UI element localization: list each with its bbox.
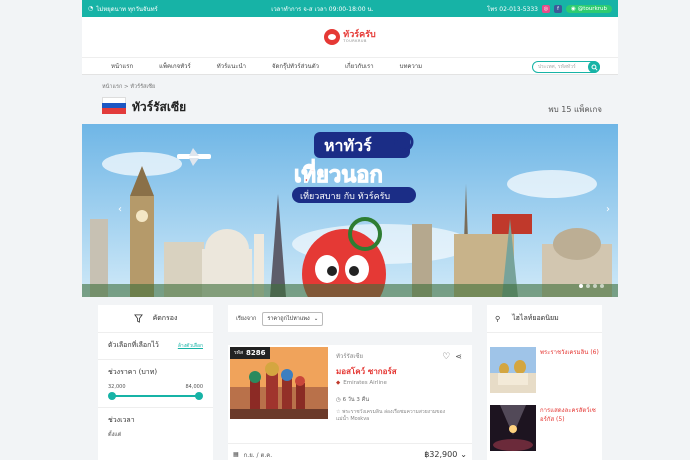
search-placeholder: ประเทศ, รหัสทัวร์ [538, 64, 576, 70]
site-header: ทัวร์ครับ TOURKRUB [82, 17, 618, 57]
nav-item-packages[interactable]: แพ็คเกจทัวร์ [146, 61, 204, 71]
slider-max-handle[interactable] [195, 392, 203, 400]
tour-code: 8286 [246, 349, 266, 357]
banner-dot[interactable] [600, 284, 604, 288]
bird-logo-icon [324, 29, 341, 45]
line-id: @tourkrub [577, 5, 607, 12]
sort-label: เรียงจาก [236, 315, 257, 322]
page: ◔ ไม่หยุดนาท ทุกวันจันทร์ เวลาทำการ จ-ส … [0, 0, 690, 460]
results-column: เรียงจาก ราคาถูกไปหาแพง ⌄ รหัส 8286 ทัวร… [228, 305, 472, 460]
page-title: ทัวร์รัสเซีย [132, 100, 187, 114]
banner-dot[interactable] [593, 284, 597, 288]
office-hours: เวลาทำการ จ-ส เวลา 09:00-18:00 น. [271, 5, 374, 13]
pin-icon: ⚲ [495, 314, 501, 323]
phone-number[interactable]: โทร 02-013-5333 [487, 4, 538, 14]
banner-pagination [579, 284, 604, 288]
period-from[interactable]: ตั้งแต่ [108, 431, 203, 439]
popular-title: ไฮไลท์ยอดนิยม [512, 314, 559, 322]
nav-item-articles[interactable]: บทความ [387, 61, 435, 71]
opening-days: ไม่หยุดนาท ทุกวันจันทร์ [96, 5, 158, 13]
airline-name: Emirates Airline [343, 380, 387, 386]
banner-illustration: หาทัวร์ เที่ยวนอก เที่ยวสบาย กับ ทัวร์คร… [82, 124, 618, 297]
airline-logo-icon: ◆ [336, 380, 341, 386]
popular-item-thumbnail [490, 405, 536, 451]
russia-flag-icon [102, 97, 126, 114]
duration-text: 6 วัน 3 คืน [342, 397, 370, 403]
tour-thumbnail[interactable]: รหัส 8286 [230, 347, 328, 419]
price-range-slider[interactable] [108, 392, 203, 400]
facebook-icon[interactable]: f [553, 4, 562, 13]
selected-options-label: ตัวเลือกที่เลือกไว้ [108, 341, 159, 349]
sort-bar: เรียงจาก ราคาถูกไปหาแพง ⌄ [228, 305, 472, 332]
top-info-bar: ◔ ไม่หยุดนาท ทุกวันจันทร์ เวลาทำการ จ-ส … [82, 0, 618, 17]
search-input[interactable]: ประเทศ, รหัสทัวร์ [532, 61, 600, 73]
tour-category: ทัวร์รัสเซีย [336, 353, 364, 360]
banner-dot[interactable] [579, 284, 583, 288]
popular-item-label: การแสดงละครสัตว์เซอร์กัส [540, 407, 596, 423]
hero-banner[interactable]: หาทัวร์ เที่ยวนอก เที่ยวสบาย กับ ทัวร์คร… [82, 124, 618, 297]
page-title-bar: หน้าแรก > ทัวร์รัสเซีย ทัวร์รัสเซีย พบ 1… [82, 75, 618, 123]
clock-icon: ◷ [336, 397, 341, 403]
tour-highlight: ☆ พระราชวังเครมลิน ล่องเรือชมความสวยงามข… [336, 409, 456, 423]
nav-item-recommended[interactable]: ทัวร์แนะนำ [204, 61, 259, 71]
highlight-text: พระราชวังเครมลิน ล่องเรือชมความสวยงามของ… [336, 409, 446, 422]
banner-prev-arrow[interactable]: ‹ [118, 204, 122, 215]
main-nav: หน้าแรก แพ็คเกจทัวร์ ทัวร์แนะนำ จัดกรุ๊ป… [82, 57, 618, 75]
slider-min-handle[interactable] [108, 392, 116, 400]
popular-item-count: (5) [556, 415, 565, 423]
nav-item-private-group[interactable]: จัดกรุ๊ปทัวร์ส่วนตัว [259, 61, 332, 71]
tour-price[interactable]: ฿32,900 ⌄ [424, 450, 467, 459]
chevron-down-icon: ⌄ [460, 450, 467, 459]
calendar-icon: ▦ [233, 451, 239, 458]
code-prefix: รหัส [234, 350, 244, 356]
tour-code-badge: รหัส 8286 [230, 347, 270, 359]
logo-subtext: TOURKRUB [343, 38, 367, 43]
breadcrumb[interactable]: หน้าแรก > ทัวร์รัสเซีย [102, 83, 155, 91]
nav-item-about[interactable]: เกี่ยวกับเรา [332, 61, 387, 71]
clock-icon: ◔ [88, 5, 94, 12]
popular-highlights-panel: ⚲ ไฮไลท์ยอดนิยม พระราชวังเครมลิน (6) การ… [487, 305, 602, 460]
popular-item[interactable]: การแสดงละครสัตว์เซอร์กัส (5) [490, 405, 602, 451]
sort-select[interactable]: ราคาถูกไปหาแพง ⌄ [262, 311, 324, 326]
tour-airline: ◆ Emirates Airline [336, 380, 387, 386]
funnel-icon [133, 314, 143, 323]
period-label: ช่วงเวลา [108, 416, 135, 424]
sort-selected: ราคาถูกไปหาแพง [267, 315, 310, 322]
price-value: ฿32,900 [424, 450, 458, 459]
popular-item-thumbnail [490, 347, 536, 393]
clear-options-link[interactable]: ล้างตัวเลือก [178, 342, 203, 350]
popular-item-count: (6) [590, 349, 599, 356]
filter-title: คัดกรอง [152, 314, 178, 322]
tour-name[interactable]: มอสโคว์ ซากอร์ส [336, 365, 397, 378]
search-button[interactable] [588, 61, 600, 73]
search-icon [590, 63, 598, 71]
nav-item-home[interactable]: หน้าแรก [98, 61, 146, 71]
line-button[interactable]: ◉ @tourkrub [565, 4, 612, 13]
banner-headline-small: หาทัวร์ [324, 136, 372, 155]
popular-item[interactable]: พระราชวังเครมลิน (6) [490, 347, 602, 393]
heart-icon[interactable]: ♡ [442, 352, 450, 362]
chevron-down-icon: ⌄ [313, 315, 319, 322]
tour-card[interactable]: รหัส 8286 ทัวร์รัสเซีย มอสโคว์ ซากอร์ส ◆… [228, 345, 472, 460]
line-icon: ◉ [570, 5, 576, 12]
result-count: พบ 15 แพ็คเกจ [548, 105, 602, 114]
instagram-icon[interactable]: ◎ [541, 4, 550, 13]
price-min: 32,000 [108, 384, 126, 390]
site-logo[interactable]: ทัวร์ครับ TOURKRUB [324, 29, 376, 45]
share-icon[interactable]: ⋖ [455, 352, 462, 362]
banner-headline: เที่ยวนอก [294, 158, 383, 188]
filter-panel: คัดกรอง ตัวเลือกที่เลือกไว้ ล้างตัวเลือก… [98, 305, 213, 460]
tour-duration: ◷ 6 วัน 3 คืน [336, 396, 369, 404]
tour-dates: ก.ย. / ต.ค. [243, 451, 273, 459]
price-max: 84,000 [185, 384, 204, 390]
tour-card-footer: ▦ ก.ย. / ต.ค. ฿32,900 ⌄ [228, 443, 472, 460]
banner-dot[interactable] [586, 284, 590, 288]
card-actions: ♡ ⋖ [442, 352, 462, 362]
price-range-label: ช่วงราคา (บาท) [108, 368, 158, 376]
star-icon: ☆ [336, 409, 341, 415]
slider-track [110, 395, 201, 397]
popular-item-label: พระราชวังเครมลิน [540, 349, 589, 356]
banner-next-arrow[interactable]: › [606, 204, 610, 215]
